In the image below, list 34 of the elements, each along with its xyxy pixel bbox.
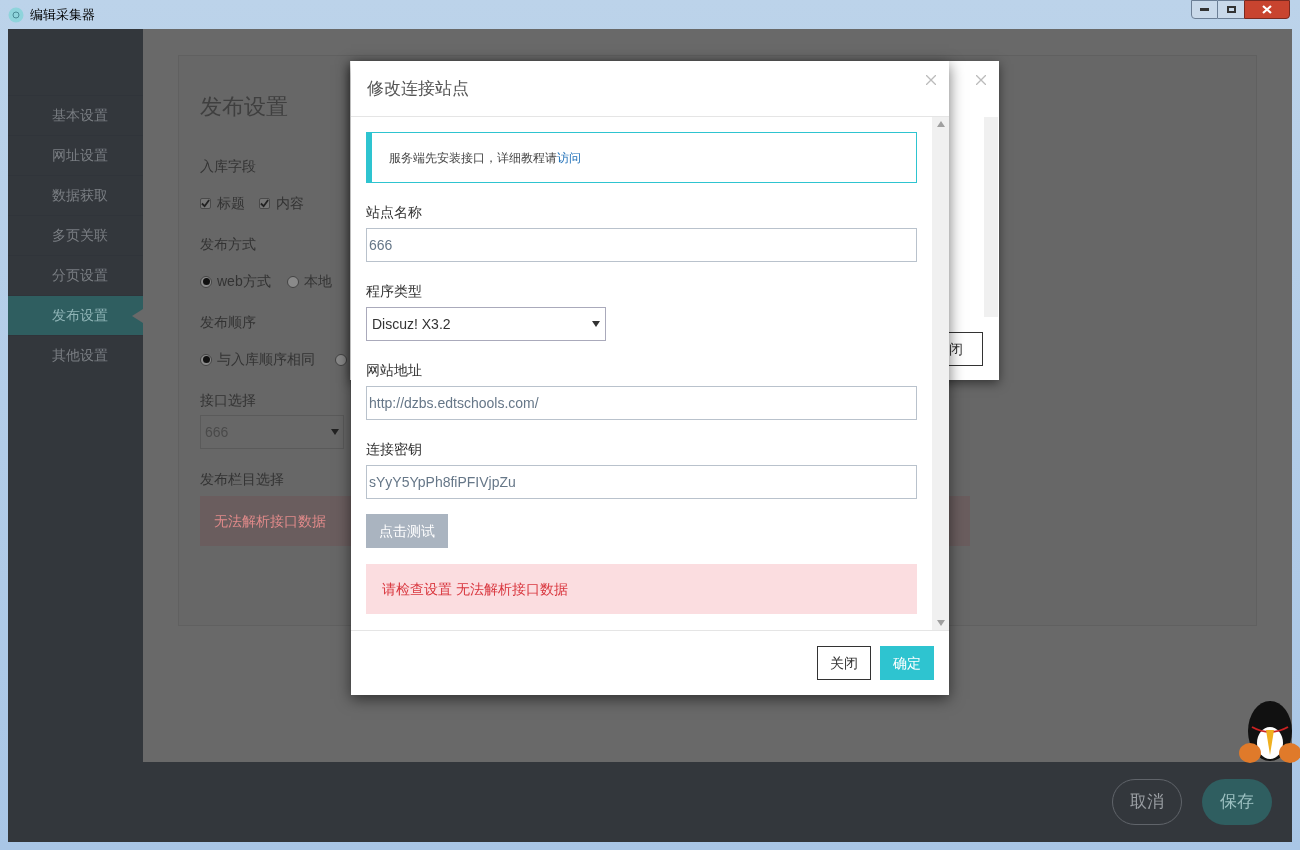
input-field[interactable]: http://dzbs.edtschools.com/ xyxy=(366,386,917,420)
scroll-up-icon[interactable] xyxy=(936,121,945,127)
field-label: 程序类型 xyxy=(366,282,422,301)
caret-icon xyxy=(592,321,600,327)
type-select[interactable]: Discuz! X3.2 xyxy=(366,307,606,341)
field-label: 网站地址 xyxy=(366,361,422,380)
scroll-down-icon[interactable] xyxy=(936,620,945,626)
maximize-button[interactable] xyxy=(1218,0,1244,19)
app-icon xyxy=(8,6,24,23)
radio-button[interactable] xyxy=(200,275,212,288)
radio-button[interactable] xyxy=(200,353,212,366)
error-text: 无法解析接口数据 xyxy=(214,511,326,531)
notice-text: 服务端先安装接口，详细教程请访问 xyxy=(389,149,581,167)
input-field[interactable]: sYyY5YpPh8fiPFIVjpZu xyxy=(366,465,917,499)
field-label: 站点名称 xyxy=(366,203,422,222)
window-title: 编辑采集器 xyxy=(30,5,95,24)
minimize-button[interactable] xyxy=(1191,0,1218,19)
close-button[interactable]: 关闭 xyxy=(817,646,871,680)
save-button[interactable]: 保存 xyxy=(1202,779,1272,825)
test-button[interactable]: 点击测试 xyxy=(366,514,448,548)
checkbox[interactable] xyxy=(259,198,270,209)
close-button[interactable] xyxy=(1244,0,1290,19)
field-label: 连接密钥 xyxy=(366,440,422,459)
caret-icon xyxy=(331,429,339,435)
radio-button[interactable] xyxy=(286,275,299,288)
checkbox[interactable] xyxy=(200,198,211,209)
close-icon xyxy=(1262,5,1272,14)
sidebar-item[interactable]: 发布设置 xyxy=(8,295,143,335)
dialog-title: 修改连接站点 xyxy=(367,77,469,100)
input-field[interactable]: 666 xyxy=(366,228,917,262)
radio-button[interactable] xyxy=(335,353,347,366)
visit-link[interactable]: 访问 xyxy=(557,150,581,165)
error-text: 请检查设置 无法解析接口数据 xyxy=(382,579,568,599)
confirm-button[interactable]: 确定 xyxy=(880,646,934,680)
